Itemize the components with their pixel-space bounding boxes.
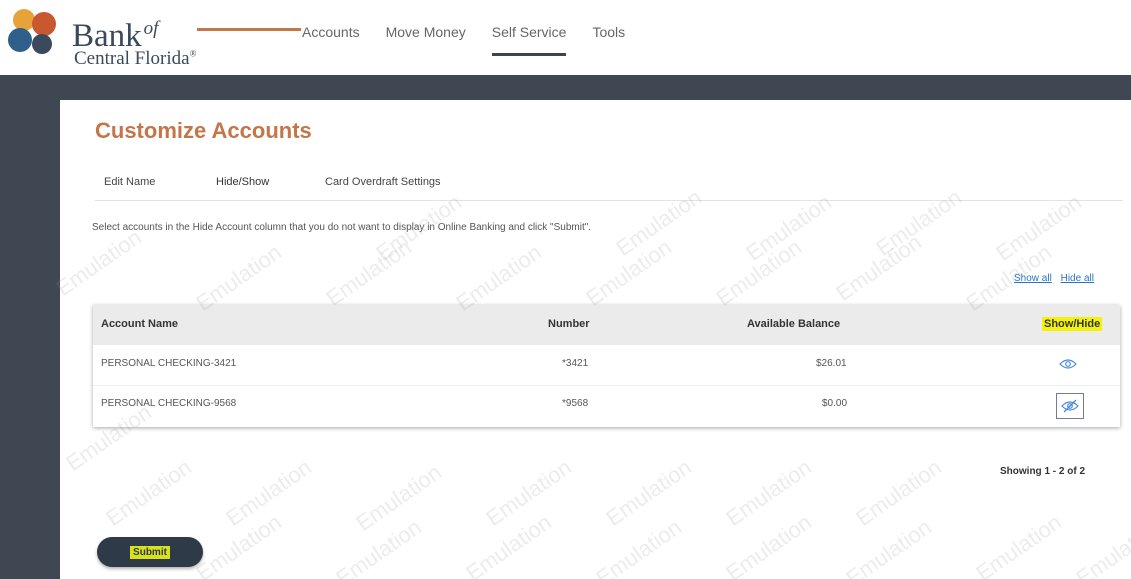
tab-bar: Edit Name Hide/Show Card Overdraft Setti… [95, 168, 1123, 201]
page-title: Customize Accounts [95, 118, 312, 143]
instruction-text: Select accounts in the Hide Account colu… [92, 222, 592, 233]
table-header: Account Name Number Available Balance Sh… [93, 305, 1120, 345]
nav-accounts[interactable]: Accounts [302, 24, 360, 56]
show-all-link[interactable]: Show all [1014, 273, 1052, 284]
nav-tools[interactable]: Tools [592, 24, 625, 56]
brand-name-line2: Central Florida® [74, 48, 197, 69]
nav-move-money[interactable]: Move Money [386, 24, 466, 56]
available-balance-cell: $26.01 [816, 358, 847, 369]
column-header-number: Number [548, 318, 590, 330]
eye-icon [1059, 359, 1077, 369]
pagination-summary: Showing 1 - 2 of 2 [1000, 466, 1086, 477]
active-tab-indicator [197, 28, 301, 31]
hide-all-link[interactable]: Hide all [1061, 273, 1094, 284]
bank-logo[interactable]: Bank of Central Florida® [6, 6, 246, 70]
eye-slash-icon [1061, 399, 1079, 413]
account-name-cell: PERSONAL CHECKING-3421 [101, 358, 237, 369]
column-header-show-hide: Show/Hide [1042, 317, 1103, 331]
toggle-visibility-button[interactable] [1054, 351, 1082, 377]
tab-card-overdraft-settings[interactable]: Card Overdraft Settings [325, 176, 441, 188]
available-balance-cell: $0.00 [822, 398, 848, 409]
table-row: PERSONAL CHECKING-9568 *9568 $0.00 [93, 385, 1120, 425]
main-nav: Accounts Move Money Self Service Tools [302, 24, 651, 56]
column-header-account-name: Account Name [101, 318, 179, 330]
account-number-cell: *9568 [562, 398, 589, 409]
header: Bank of Central Florida® Accounts Move Mo… [0, 0, 1131, 75]
accounts-table: Account Name Number Available Balance Sh… [93, 305, 1120, 427]
account-name-cell: PERSONAL CHECKING-9568 [101, 398, 237, 409]
nav-self-service[interactable]: Self Service [491, 24, 566, 56]
tab-hide-show[interactable]: Hide/Show [216, 176, 269, 188]
submit-button[interactable]: Submit [97, 537, 203, 567]
account-number-cell: *3421 [562, 358, 589, 369]
tab-edit-name[interactable]: Edit Name [104, 176, 155, 188]
brand-name-line1: Bank of [72, 18, 159, 54]
toggle-visibility-button[interactable] [1056, 393, 1084, 419]
column-header-available-balance: Available Balance [747, 318, 841, 330]
table-row: PERSONAL CHECKING-3421 *3421 $26.01 [93, 345, 1120, 386]
logo-mark-icon [8, 9, 56, 54]
show-hide-links: Show all Hide all [1014, 273, 1100, 284]
